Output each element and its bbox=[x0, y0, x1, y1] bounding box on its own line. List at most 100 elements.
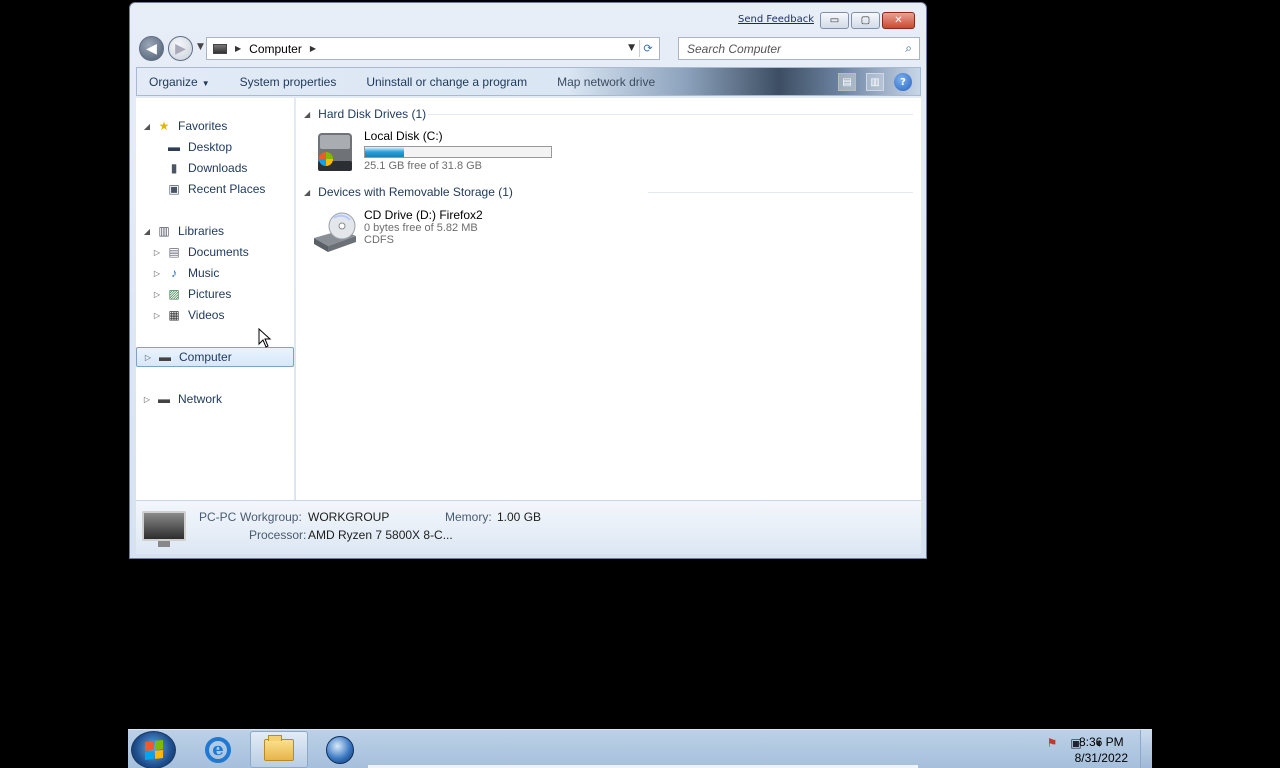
globe-icon bbox=[326, 735, 354, 764]
command-bar-right: ▤ ▥ ? bbox=[828, 73, 912, 91]
collapse-arrow-icon[interactable]: ◢ bbox=[142, 122, 152, 131]
nav-recent-places[interactable]: ▣ Recent Places bbox=[166, 179, 265, 199]
removable-group-label: Devices with Removable Storage (1) bbox=[318, 185, 513, 199]
nav-desktop-label: Desktop bbox=[188, 140, 233, 154]
change-view-icon[interactable]: ▤ bbox=[838, 73, 856, 91]
hard-disk-group-header[interactable]: ◢ Hard Disk Drives (1) bbox=[304, 105, 426, 123]
details-pane: PC-PC Workgroup: WORKGROUP Memory: 1.00 … bbox=[136, 500, 921, 554]
desktop-icon: ▬ bbox=[168, 140, 180, 154]
navigation-pane: ◢ ★ Favorites ▬ Desktop ▮ Downloads ▣ Re… bbox=[136, 98, 295, 500]
collapse-arrow-icon[interactable]: ◢ bbox=[142, 227, 152, 236]
start-button[interactable] bbox=[131, 731, 176, 768]
address-history-dropdown-icon[interactable]: ▼ bbox=[628, 43, 635, 53]
close-button[interactable]: ✕ bbox=[882, 12, 915, 29]
computer-icon: ▬ bbox=[159, 350, 171, 364]
address-bar[interactable]: ▶ Computer ▶ ▼ ⟳ bbox=[206, 37, 660, 60]
clock-time: 8:36 PM bbox=[1078, 735, 1124, 749]
expand-arrow-icon[interactable]: ▷ bbox=[152, 269, 162, 278]
processor-label: Processor: bbox=[249, 528, 307, 542]
nav-documents[interactable]: ▷ ▤ Documents bbox=[152, 242, 249, 262]
map-network-drive-button[interactable]: Map network drive bbox=[557, 75, 655, 89]
nav-libraries[interactable]: ◢ ▥ Libraries bbox=[142, 221, 224, 241]
taskbar-media-app[interactable] bbox=[311, 731, 369, 768]
command-bar: Organize ▼ System properties Uninstall or… bbox=[136, 67, 921, 96]
local-disk-name: Local Disk (C:) bbox=[364, 129, 443, 143]
nav-documents-label: Documents bbox=[188, 245, 249, 259]
nav-pictures[interactable]: ▷ ▨ Pictures bbox=[152, 284, 231, 304]
nav-videos[interactable]: ▷ ▦ Videos bbox=[152, 305, 225, 325]
nav-downloads-label: Downloads bbox=[188, 161, 248, 175]
desktop: Send Feedback ▭ ▢ ✕ ◀ ▶ ▼ ▶ Computer ▶ ▼… bbox=[0, 0, 1280, 768]
nav-music-label: Music bbox=[188, 266, 220, 280]
nav-computer[interactable]: ▷ ▬ Computer bbox=[136, 347, 294, 367]
cd-drive-filesystem: CDFS bbox=[364, 234, 394, 246]
nav-network-label: Network bbox=[178, 392, 223, 406]
preview-pane-icon[interactable]: ▥ bbox=[866, 73, 884, 91]
group-divider bbox=[428, 114, 913, 115]
organize-button[interactable]: Organize ▼ bbox=[149, 75, 210, 89]
computer-name: PC-PC bbox=[199, 510, 237, 524]
help-icon[interactable]: ? bbox=[894, 73, 912, 91]
search-input[interactable]: Search Computer ⌕ bbox=[678, 37, 920, 60]
local-disk-free-space: 25.1 GB free of 31.8 GB bbox=[364, 160, 483, 172]
network-icon: ▬ bbox=[158, 392, 170, 406]
collapse-arrow-icon[interactable]: ◢ bbox=[304, 110, 310, 119]
title-bar[interactable]: Send Feedback ▭ ▢ ✕ bbox=[130, 3, 926, 35]
nav-desktop[interactable]: ▬ Desktop bbox=[166, 137, 232, 157]
recent-places-icon: ▣ bbox=[168, 182, 180, 196]
nav-network[interactable]: ▷ ▬ Network bbox=[142, 389, 222, 409]
expand-arrow-icon[interactable]: ▷ bbox=[152, 311, 162, 320]
breadcrumb-computer[interactable]: Computer bbox=[249, 42, 302, 56]
nav-music[interactable]: ▷ ♪ Music bbox=[152, 263, 219, 283]
clock[interactable]: 8:36 PM 8/31/2022 bbox=[1075, 734, 1128, 766]
action-center-flag-icon[interactable]: ⚑ bbox=[1044, 735, 1060, 751]
taskbar-internet-explorer[interactable]: e bbox=[189, 731, 247, 768]
videos-icon: ▦ bbox=[168, 308, 180, 322]
minimize-button[interactable]: ▭ bbox=[820, 12, 849, 29]
back-arrow-icon: ◀ bbox=[146, 40, 157, 57]
navigation-row: ◀ ▶ ▼ ▶ Computer ▶ ▼ ⟳ Search Computer ⌕ bbox=[138, 35, 920, 63]
breadcrumb-separator-icon[interactable]: ▶ bbox=[235, 44, 241, 53]
system-properties-button[interactable]: System properties bbox=[240, 75, 337, 89]
nav-computer-label: Computer bbox=[179, 350, 232, 364]
taskbar: e ⚑ ▣ 🔈︎ 8:36 PM 8/31/2022 bbox=[128, 729, 1152, 768]
windows-logo-icon bbox=[144, 740, 163, 760]
nav-recent-places-label: Recent Places bbox=[188, 182, 266, 196]
computer-large-icon bbox=[142, 511, 186, 541]
expand-arrow-icon[interactable]: ▷ bbox=[152, 290, 162, 299]
uninstall-program-button[interactable]: Uninstall or change a program bbox=[366, 75, 527, 89]
content-pane[interactable]: ◢ Hard Disk Drives (1) Local Disk (C:) 2… bbox=[296, 98, 921, 500]
folder-icon bbox=[264, 734, 294, 761]
expand-arrow-icon[interactable]: ▷ bbox=[143, 353, 153, 362]
local-disk-c[interactable]: Local Disk (C:) 25.1 GB free of 31.8 GB bbox=[312, 129, 552, 175]
pictures-icon: ▨ bbox=[168, 287, 180, 301]
forward-button[interactable]: ▶ bbox=[168, 36, 193, 61]
libraries-icon: ▥ bbox=[158, 224, 170, 238]
computer-icon bbox=[213, 43, 227, 54]
cd-drive-free-space: 0 bytes free of 5.82 MB bbox=[364, 222, 478, 234]
back-button[interactable]: ◀ bbox=[139, 36, 164, 61]
removable-group-header[interactable]: ◢ Devices with Removable Storage (1) bbox=[304, 183, 513, 201]
show-desktop-button[interactable] bbox=[1140, 730, 1152, 768]
nav-downloads[interactable]: ▮ Downloads bbox=[166, 158, 248, 178]
cd-drive-text: CD Drive (D:) Firefox2 0 bytes free of 5… bbox=[364, 208, 483, 254]
recent-pages-dropdown-icon[interactable]: ▼ bbox=[197, 42, 204, 52]
taskbar-windows-explorer[interactable] bbox=[250, 731, 308, 768]
expand-arrow-icon[interactable]: ▷ bbox=[142, 395, 152, 404]
cd-drive-d[interactable]: CD Drive (D:) Firefox2 0 bytes free of 5… bbox=[312, 208, 483, 254]
maximize-button[interactable]: ▢ bbox=[851, 12, 880, 29]
collapse-arrow-icon[interactable]: ◢ bbox=[304, 188, 310, 197]
disk-usage-bar bbox=[364, 146, 552, 158]
nav-favorites[interactable]: ◢ ★ Favorites bbox=[142, 116, 227, 136]
expand-arrow-icon[interactable]: ▷ bbox=[152, 248, 162, 257]
mouse-cursor-icon bbox=[258, 328, 272, 348]
refresh-icon[interactable]: ⟳ bbox=[639, 40, 656, 57]
send-feedback-link[interactable]: Send Feedback bbox=[738, 14, 814, 25]
downloads-icon: ▮ bbox=[170, 161, 178, 175]
workgroup-label: Workgroup: bbox=[240, 510, 302, 524]
search-icon[interactable]: ⌕ bbox=[905, 41, 912, 56]
internet-explorer-icon: e bbox=[205, 736, 231, 763]
search-placeholder: Search Computer bbox=[687, 41, 782, 56]
breadcrumb-separator-icon[interactable]: ▶ bbox=[310, 44, 316, 53]
explorer-window: Send Feedback ▭ ▢ ✕ ◀ ▶ ▼ ▶ Computer ▶ ▼… bbox=[129, 2, 927, 559]
